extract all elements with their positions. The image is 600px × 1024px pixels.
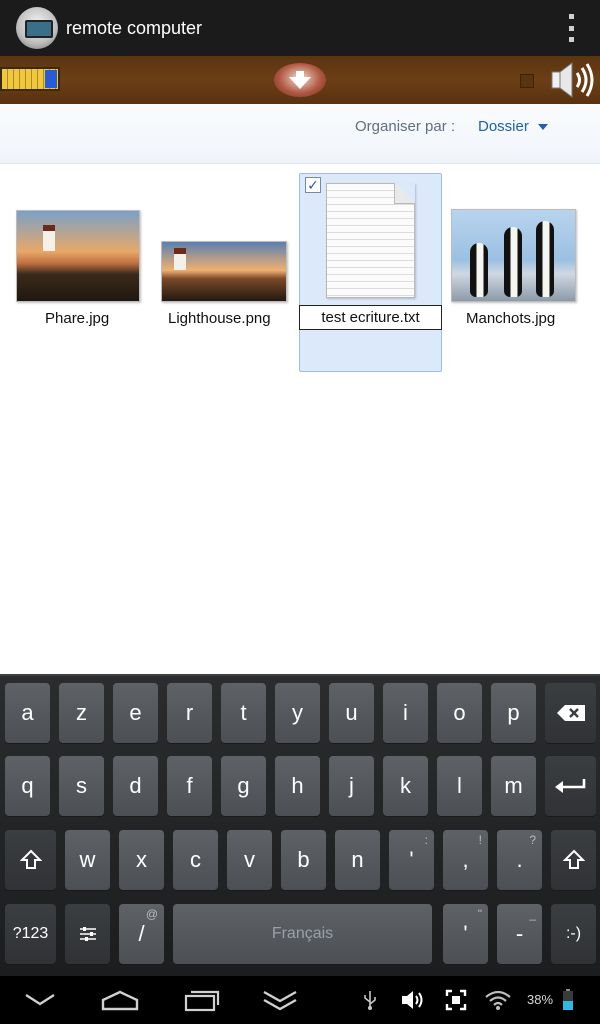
enter-key[interactable] [545,756,596,816]
file-name-phare[interactable]: Phare.jpg [45,310,109,327]
text-document-icon[interactable] [326,183,415,298]
key-c[interactable]: c [173,830,218,890]
recent-apps-icon[interactable] [180,976,224,1024]
key-n-label: n [351,847,364,872]
key-dash-label: - [515,921,524,946]
key-q[interactable]: q [5,756,50,816]
overflow-menu-icon[interactable] [566,14,576,42]
settings-key[interactable] [65,904,110,964]
remote-toolbar [0,56,600,104]
key-l[interactable]: l [437,756,482,816]
key-slash-sup: @ [145,907,158,921]
app-title: remote computer [66,17,203,38]
key-w[interactable]: w [65,830,110,890]
key-p[interactable]: p [491,683,536,743]
organise-dropdown[interactable]: Dossier [478,118,529,135]
key-c-label: c [190,847,201,872]
key-period-label: . [516,847,523,872]
smiley-key[interactable]: :-) [551,904,596,964]
key-k[interactable]: k [383,756,428,816]
key-m[interactable]: m [491,756,536,816]
key-b-label: b [297,847,310,872]
collapse-icon[interactable] [258,976,302,1024]
backspace-key[interactable] [545,683,596,743]
checkbox-checked-icon[interactable]: ✓ [305,177,321,193]
action-bar: remote computer [0,0,600,56]
key-apostrophe[interactable]: ': [389,830,434,890]
backspace-icon [556,705,585,721]
key-x[interactable]: x [119,830,164,890]
shift-icon [19,849,42,869]
file-name-lighthouse[interactable]: Lighthouse.png [168,310,271,327]
key-apostrophe-2-sup: " [477,907,482,921]
key-a[interactable]: a [5,683,50,743]
key-period[interactable]: .? [497,830,542,890]
key-x-label: x [136,847,147,872]
chevron-down-icon[interactable] [538,124,548,130]
key-o[interactable]: o [437,683,482,743]
key-n[interactable]: n [335,830,380,890]
key-s[interactable]: s [59,756,104,816]
key-d[interactable]: d [113,756,158,816]
home-icon[interactable] [98,976,142,1024]
settings-sliders-icon [79,927,96,941]
battery-percent: 38% [527,992,554,1007]
rename-file-input[interactable] [299,305,442,330]
symbols-key[interactable]: ?123 [5,904,56,964]
key-apostrophe-label: ' [409,847,414,872]
shift-key-right[interactable] [551,830,596,890]
file-thumbnail-manchots[interactable] [451,209,576,302]
key-y[interactable]: y [275,683,320,743]
volume-icon[interactable] [398,976,428,1024]
key-j[interactable]: j [329,756,374,816]
key-apostrophe-2-label: ' [463,921,468,946]
key-e[interactable]: e [113,683,158,743]
key-period-sup: ? [529,833,536,847]
file-thumbnail-lighthouse[interactable] [161,241,287,302]
fullscreen-icon[interactable] [442,976,470,1024]
app-logo-icon[interactable] [16,7,58,49]
file-thumbnail-phare[interactable] [16,210,140,302]
hide-keyboard-icon[interactable] [20,976,60,1024]
key-v[interactable]: v [227,830,272,890]
download-arrow-icon[interactable] [274,63,326,97]
explorer-header: Organiser par : Dossier [0,104,600,164]
key-u[interactable]: u [329,683,374,743]
key-dash[interactable]: - _ [497,904,542,964]
key-t[interactable]: t [221,683,266,743]
key-apostrophe-2[interactable]: ' " [443,904,488,964]
key-apostrophe-sup: : [424,833,428,847]
organise-label: Organiser par : [355,118,456,135]
key-f[interactable]: f [167,756,212,816]
wifi-icon [482,976,514,1024]
battery-icon [560,976,576,1024]
key-r[interactable]: r [167,683,212,743]
key-z[interactable]: z [59,683,104,743]
key-g[interactable]: g [221,756,266,816]
toolbar-checkbox[interactable] [520,74,534,88]
key-h[interactable]: h [275,756,320,816]
shift-key-left[interactable] [5,830,56,890]
key-comma[interactable]: ,! [443,830,488,890]
soft-keyboard: a z e r t y u i o p q s d f g h j k l m … [0,674,600,976]
key-slash-label: / [138,921,145,946]
key-comma-sup: ! [478,833,482,847]
key-v-label: v [244,847,255,872]
file-name-manchots[interactable]: Manchots.jpg [466,310,555,327]
speaker-volume-icon[interactable] [548,60,598,100]
key-slash[interactable]: / @ [119,904,164,964]
system-navigation-bar: 38% [0,976,600,1024]
key-b[interactable]: b [281,830,326,890]
key-i[interactable]: i [383,683,428,743]
usb-icon [360,976,380,1024]
keyboard-icon[interactable] [0,67,60,91]
space-key[interactable]: Français [173,904,432,964]
key-comma-label: , [462,847,469,872]
enter-icon [554,779,585,793]
shift-icon [562,849,585,869]
key-w-label: w [79,847,96,872]
key-dash-sup: _ [529,907,536,921]
